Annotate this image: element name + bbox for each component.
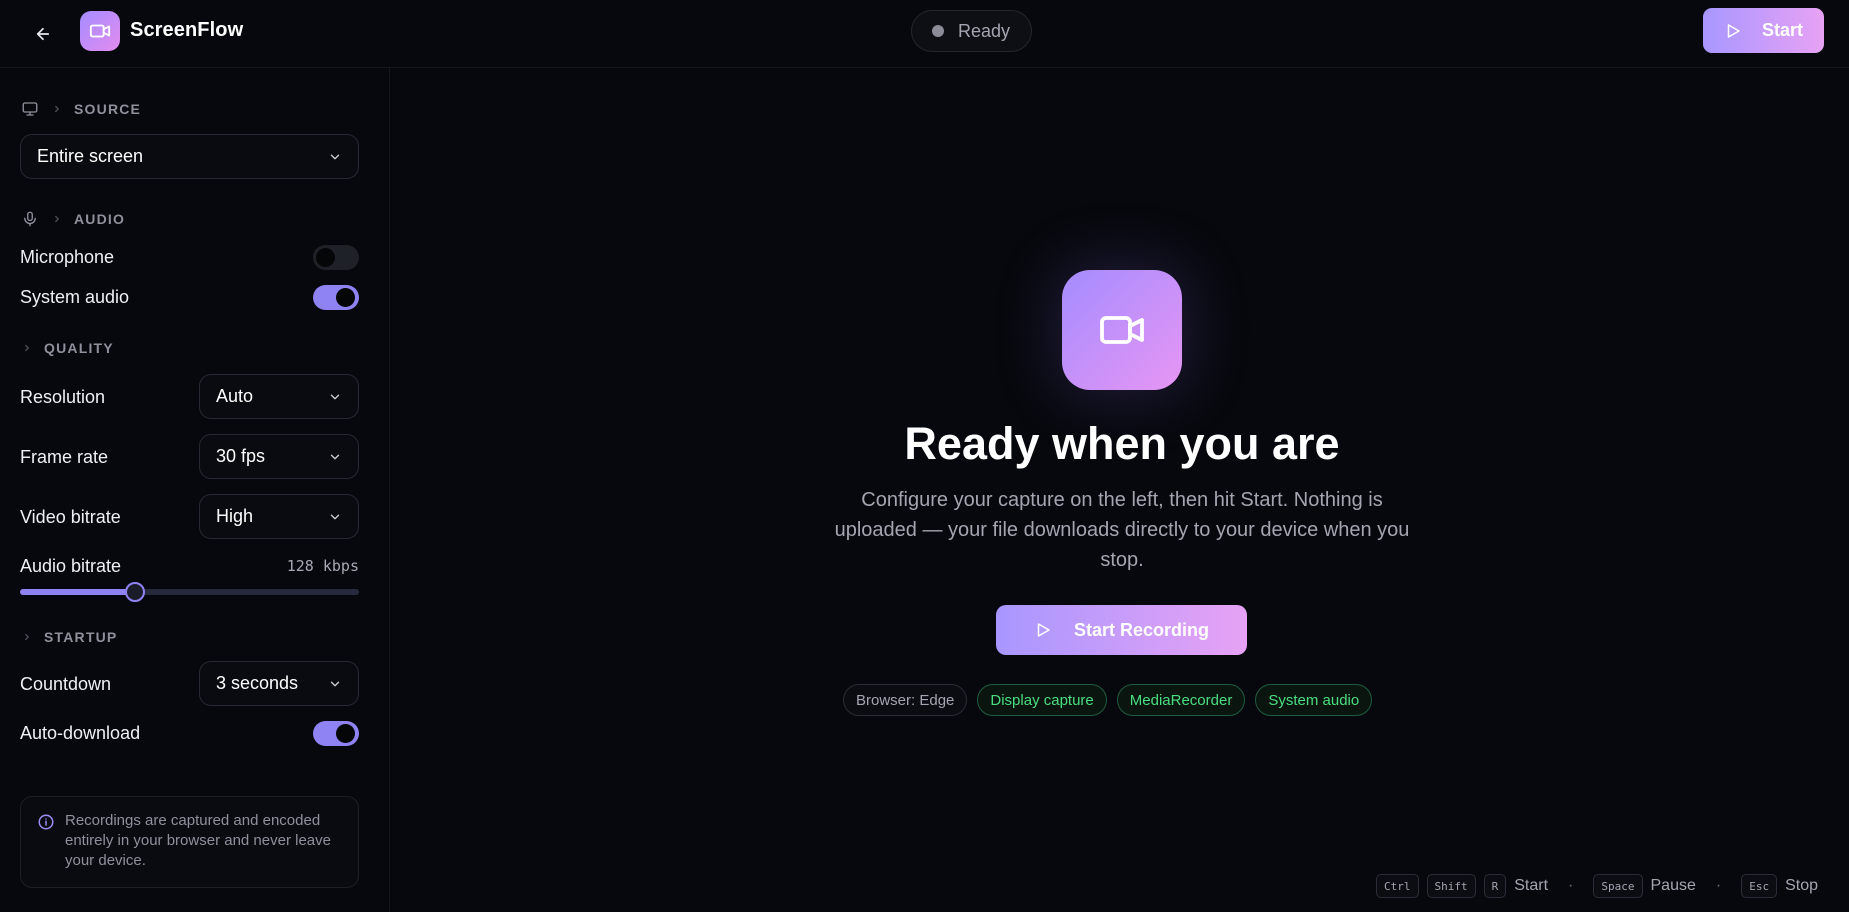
shortcut-start-label: Start [1514, 877, 1549, 894]
shortcut-stop-label: Stop [1785, 877, 1818, 894]
audio-heading-label: AUDIO [74, 211, 126, 227]
privacy-info-text: Recordings are captured and encoded enti… [65, 812, 331, 869]
keyboard-shortcuts-bar: Ctrl Shift R Start · Space Pause · Esc S… [1376, 874, 1818, 898]
video-camera-icon [89, 24, 111, 38]
frame-rate-label: Frame rate [20, 447, 109, 467]
top-bar: ScreenFlow Ready Start [0, 0, 1849, 68]
toggle-knob [336, 288, 355, 307]
frame-rate-select[interactable]: 30 fps [199, 434, 359, 479]
auto-download-label: Auto-download [20, 723, 141, 743]
hero-recorder-icon [1062, 270, 1182, 390]
info-icon [38, 814, 54, 830]
play-icon [1727, 23, 1740, 38]
source-section-heading: SOURCE [20, 100, 141, 118]
media-recorder-chip: MediaRecorder [1116, 684, 1246, 716]
video-bitrate-select-value: High [216, 506, 254, 526]
kbd-shift: Shift [1426, 874, 1476, 898]
audio-bitrate-label: Audio bitrate [20, 556, 122, 576]
chevron-right-icon [25, 633, 30, 641]
chevron-down-icon [330, 394, 340, 399]
chevron-down-icon [330, 154, 340, 159]
hero-title: Ready when you are [904, 418, 1340, 469]
video-bitrate-label: Video bitrate [20, 507, 121, 527]
video-camera-icon [1100, 316, 1144, 344]
app-logo [80, 11, 120, 51]
arrow-left-icon [36, 27, 50, 41]
source-heading-label: SOURCE [74, 101, 142, 117]
quality-section-heading[interactable]: QUALITY [22, 340, 114, 356]
microphone-label: Microphone [20, 247, 115, 267]
separator-dot: · [1568, 877, 1574, 894]
chevron-down-icon [330, 681, 340, 686]
startup-section-heading[interactable]: STARTUP [22, 629, 117, 645]
app-title: ScreenFlow [130, 19, 244, 41]
status-badge: Ready [911, 10, 1032, 52]
back-button[interactable] [26, 17, 60, 51]
quality-heading-label: QUALITY [44, 340, 114, 356]
header-start-label: Start [1761, 20, 1803, 40]
kbd-esc: Esc [1741, 874, 1778, 898]
privacy-info-box: Recordings are captured and encoded enti… [20, 796, 359, 888]
start-recording-label: Start Recording [1073, 619, 1210, 640]
system-audio-toggle[interactable] [313, 285, 359, 310]
microphone-icon [24, 211, 36, 227]
microphone-toggle[interactable] [313, 245, 359, 270]
system-audio-label: System audio [20, 287, 130, 307]
countdown-select[interactable]: 3 seconds [199, 661, 359, 706]
countdown-label: Countdown [20, 674, 112, 694]
shortcut-pause-label: Pause [1650, 877, 1696, 894]
slider-fill [20, 589, 136, 595]
display-capture-chip: Display capture [977, 684, 1107, 716]
play-icon [1037, 623, 1050, 637]
settings-sidebar: SOURCE Entire screen AUDIO Microphone Sy… [0, 68, 390, 912]
audio-section-heading: AUDIO [20, 210, 125, 228]
resolution-label: Resolution [20, 387, 106, 407]
browser-chip: Browser: Edge [843, 684, 968, 716]
capability-chips: Browser: Edge Display capture MediaRecor… [843, 684, 1373, 716]
header-start-button[interactable]: Start [1703, 8, 1824, 53]
resolution-select[interactable]: Auto [199, 374, 359, 419]
status-dot [932, 25, 944, 37]
countdown-select-value: 3 seconds [216, 673, 299, 693]
chevron-right-icon [55, 215, 60, 223]
startup-heading-label: STARTUP [44, 629, 118, 645]
chevron-down-icon [330, 454, 340, 459]
kbd-space: Space [1593, 874, 1643, 898]
separator-dot: · [1715, 877, 1722, 894]
toggle-knob [336, 724, 355, 743]
start-recording-button[interactable]: Start Recording [996, 605, 1247, 655]
status-text: Ready [958, 20, 1011, 41]
monitor-icon [22, 102, 38, 116]
chevron-right-icon [25, 344, 30, 352]
resolution-select-value: Auto [216, 386, 254, 406]
auto-download-toggle[interactable] [313, 721, 359, 746]
slider-thumb[interactable] [125, 582, 146, 602]
source-select-value: Entire screen [37, 146, 144, 166]
source-select[interactable]: Entire screen [20, 134, 359, 179]
kbd-ctrl: Ctrl [1376, 874, 1419, 898]
chevron-right-icon [55, 105, 60, 113]
kbd-r: R [1483, 874, 1507, 898]
audio-bitrate-slider[interactable] [20, 582, 359, 602]
hero-description: Configure your capture on the left, then… [834, 489, 1410, 571]
audio-bitrate-value: 128 kbps [286, 557, 359, 575]
video-bitrate-select[interactable]: High [199, 494, 359, 539]
system-audio-chip: System audio [1255, 684, 1373, 716]
chevron-down-icon [330, 514, 340, 519]
frame-rate-select-value: 30 fps [216, 446, 266, 466]
toggle-knob [316, 248, 335, 267]
